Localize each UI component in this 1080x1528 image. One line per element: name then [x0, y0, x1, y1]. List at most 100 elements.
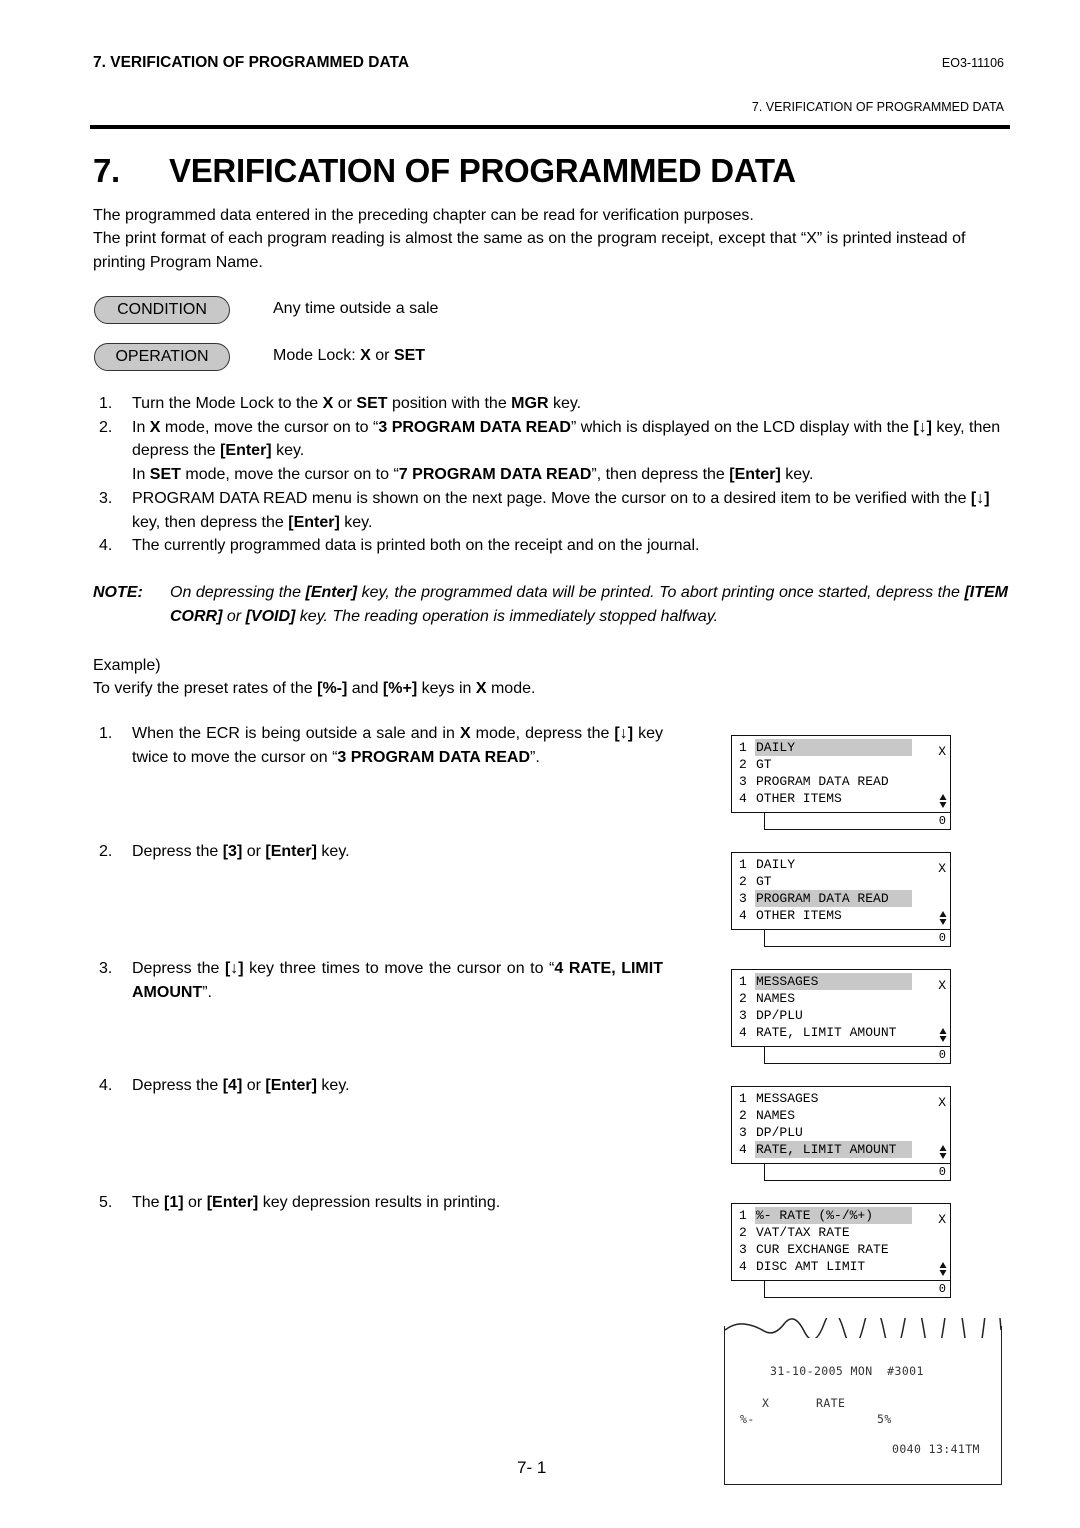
lcd-menu-item: 1 MESSAGES [739, 973, 912, 990]
emphasis: X [459, 725, 471, 742]
lcd-menu-item: 3 CUR EXCHANGE RATE [739, 1241, 890, 1258]
menu-item-label: PROGRAM DATA READ [756, 774, 889, 789]
menu-item-number: 1 [739, 1091, 747, 1106]
example-step: 5. The [1] or [Enter] key depression resu… [99, 1191, 663, 1215]
menu-item-number: 1 [739, 1208, 747, 1223]
receipt-heading: RATE [816, 1396, 846, 1410]
menu-item-label: VAT/TAX RATE [756, 1225, 850, 1240]
step-number: 1. [99, 395, 113, 412]
lcd-display: 1 MESSAGES 2 NAMES 3 DP/PLU 4 RATE, LIMIT AMOUN… [731, 969, 951, 1064]
chapter-title: VERIFICATION OF PROGRAMMED DATA [169, 152, 796, 189]
step-text: Depress the [4] or [Enter] key. [132, 1077, 350, 1094]
running-header-subsection: 7. VERIFICATION OF PROGRAMMED DATA [751, 100, 1004, 114]
emphasis: 3 PROGRAM DATA READ [378, 418, 571, 436]
step-text: Depress the [↓] key three times to move … [132, 960, 663, 1001]
emphasis: [↓] [970, 489, 990, 507]
emphasis: 7 PROGRAM DATA READ [398, 466, 592, 484]
note-block: NOTE: On depressing the [Enter] key, the… [93, 581, 1008, 628]
menu-item-label: MESSAGES [756, 1091, 819, 1106]
lcd-display: 1 DAILY 2 GT 3 PROGRAM DATA READ 4 OTHER ITEMS X… [731, 735, 951, 830]
lcd-menu-item: 3 DP/PLU [739, 1124, 804, 1141]
menu-item-number: 3 [739, 891, 747, 906]
receipt-item-label: %- [740, 1412, 755, 1426]
emphasis: [Enter] [220, 442, 272, 460]
example-intro: To verify the preset rates of the [%-] a… [93, 680, 536, 697]
lcd-menu-item: 3 PROGRAM DATA READ [739, 773, 890, 790]
emphasis: [%-] [317, 680, 348, 697]
menu-item-label: DP/PLU [756, 1008, 803, 1023]
menu-item-label: RATE, LIMIT AMOUNT [756, 1025, 897, 1040]
step-text: The [1] or [Enter] key depression result… [132, 1194, 501, 1211]
step-number: 3. [99, 489, 113, 507]
page-number: 7- 1 [517, 1458, 547, 1477]
emphasis: 4 RATE, LIMIT AMOUNT [132, 960, 663, 1001]
example-label: Example) [93, 657, 161, 674]
example-step: 1. When the ECR is being outside a sale a… [99, 722, 663, 769]
menu-item-number: 4 [739, 1142, 747, 1157]
menu-item-number: 1 [739, 857, 747, 872]
note-label: NOTE: [93, 584, 143, 601]
header-divider [90, 125, 1010, 129]
lcd-display: 1 %- RATE (%-/%+) 2 VAT/TAX RATE 3 CUR EXCHAN… [731, 1203, 951, 1298]
menu-item-number: 2 [739, 757, 747, 772]
emphasis: X [475, 680, 487, 697]
mode-x: X [360, 347, 371, 364]
lcd-menu-item: 4 RATE, LIMIT AMOUNT [739, 1024, 897, 1041]
receipt-mode: X [762, 1396, 770, 1410]
step-number: 2. [99, 418, 113, 436]
menu-item-number: 2 [739, 991, 747, 1006]
lcd-screen: 1 MESSAGES 2 NAMES 3 DP/PLU 4 RATE, LIMIT AMOUN… [731, 1086, 951, 1164]
lcd-menu-item: 2 NAMES [739, 1107, 796, 1124]
chapter-number: 7. [93, 152, 120, 189]
operation-text: Mode Lock: X or SET [273, 347, 425, 365]
menu-item-number: 3 [739, 1125, 747, 1140]
menu-item-label-selected: PROGRAM DATA READ [755, 890, 912, 907]
example-step: 3. Depress the [↓] key three times to mov… [99, 957, 663, 1004]
condition-badge: CONDITION [94, 296, 230, 324]
step-text: When the ECR is being outside a sale and… [132, 725, 664, 766]
menu-item-label-selected: %- RATE (%-/%+) [755, 1207, 912, 1224]
lcd-menu-item: 1 %- RATE (%-/%+) [739, 1207, 912, 1224]
menu-item-label: NAMES [756, 991, 796, 1006]
menu-item-label: GT [756, 874, 772, 889]
step-number: 5. [99, 1194, 113, 1211]
procedure-steps: 1. Turn the Mode Lock to the X or SET pos… [93, 392, 1008, 558]
emphasis: [%+] [382, 680, 418, 697]
scroll-up-down-icon [939, 794, 947, 808]
menu-item-number: 4 [739, 791, 747, 806]
lcd-amount-display: 0 [764, 1281, 951, 1298]
menu-item-number: 2 [739, 874, 747, 889]
lcd-screen: 1 %- RATE (%-/%+) 2 VAT/TAX RATE 3 CUR EXCHAN… [731, 1203, 951, 1281]
receipt-footer: 0040 13:41TM [892, 1442, 980, 1456]
menu-item-label: GT [756, 757, 772, 772]
emphasis: [↓] [614, 725, 634, 742]
menu-item-number: 3 [739, 774, 747, 789]
scroll-up-down-icon [939, 1028, 947, 1042]
note-text: On depressing the [Enter] key, the progr… [170, 584, 1008, 625]
lcd-mode-indicator: X [938, 861, 946, 876]
emphasis: [↓] [913, 418, 932, 436]
emphasis: [↓] [224, 960, 244, 977]
step-number: 3. [99, 960, 113, 977]
lcd-display: 1 MESSAGES 2 NAMES 3 DP/PLU 4 RATE, LIMIT AMOUN… [731, 1086, 951, 1181]
intro-paragraph-1: The programmed data entered in the prece… [93, 207, 754, 224]
menu-item-label-selected: DAILY [755, 739, 912, 756]
emphasis: [Enter] [265, 843, 317, 860]
lcd-menu-item: 1 MESSAGES [739, 1090, 819, 1107]
menu-item-label: DISC AMT LIMIT [756, 1259, 866, 1274]
scroll-up-down-icon [939, 1262, 947, 1276]
menu-item-label: OTHER ITEMS [756, 791, 842, 806]
emphasis: [Enter] [206, 1194, 259, 1211]
step-number: 4. [99, 1077, 113, 1094]
lcd-amount-display: 0 [764, 1164, 951, 1181]
procedure-step: 2. In X mode, move the cursor on to “3 PR… [93, 416, 1008, 487]
operation-prefix: Mode Lock: [273, 347, 361, 364]
step-number: 1. [99, 725, 113, 742]
lcd-menu-item: 1 DAILY [739, 856, 796, 873]
lcd-menu-item: 2 NAMES [739, 990, 796, 1007]
step-number: 4. [99, 537, 113, 555]
lcd-screen: 1 MESSAGES 2 NAMES 3 DP/PLU 4 RATE, LIMIT AMOUN… [731, 969, 951, 1047]
lcd-mode-indicator: X [938, 1212, 946, 1227]
menu-item-number: 1 [739, 740, 747, 755]
scroll-up-down-icon [939, 1145, 947, 1159]
